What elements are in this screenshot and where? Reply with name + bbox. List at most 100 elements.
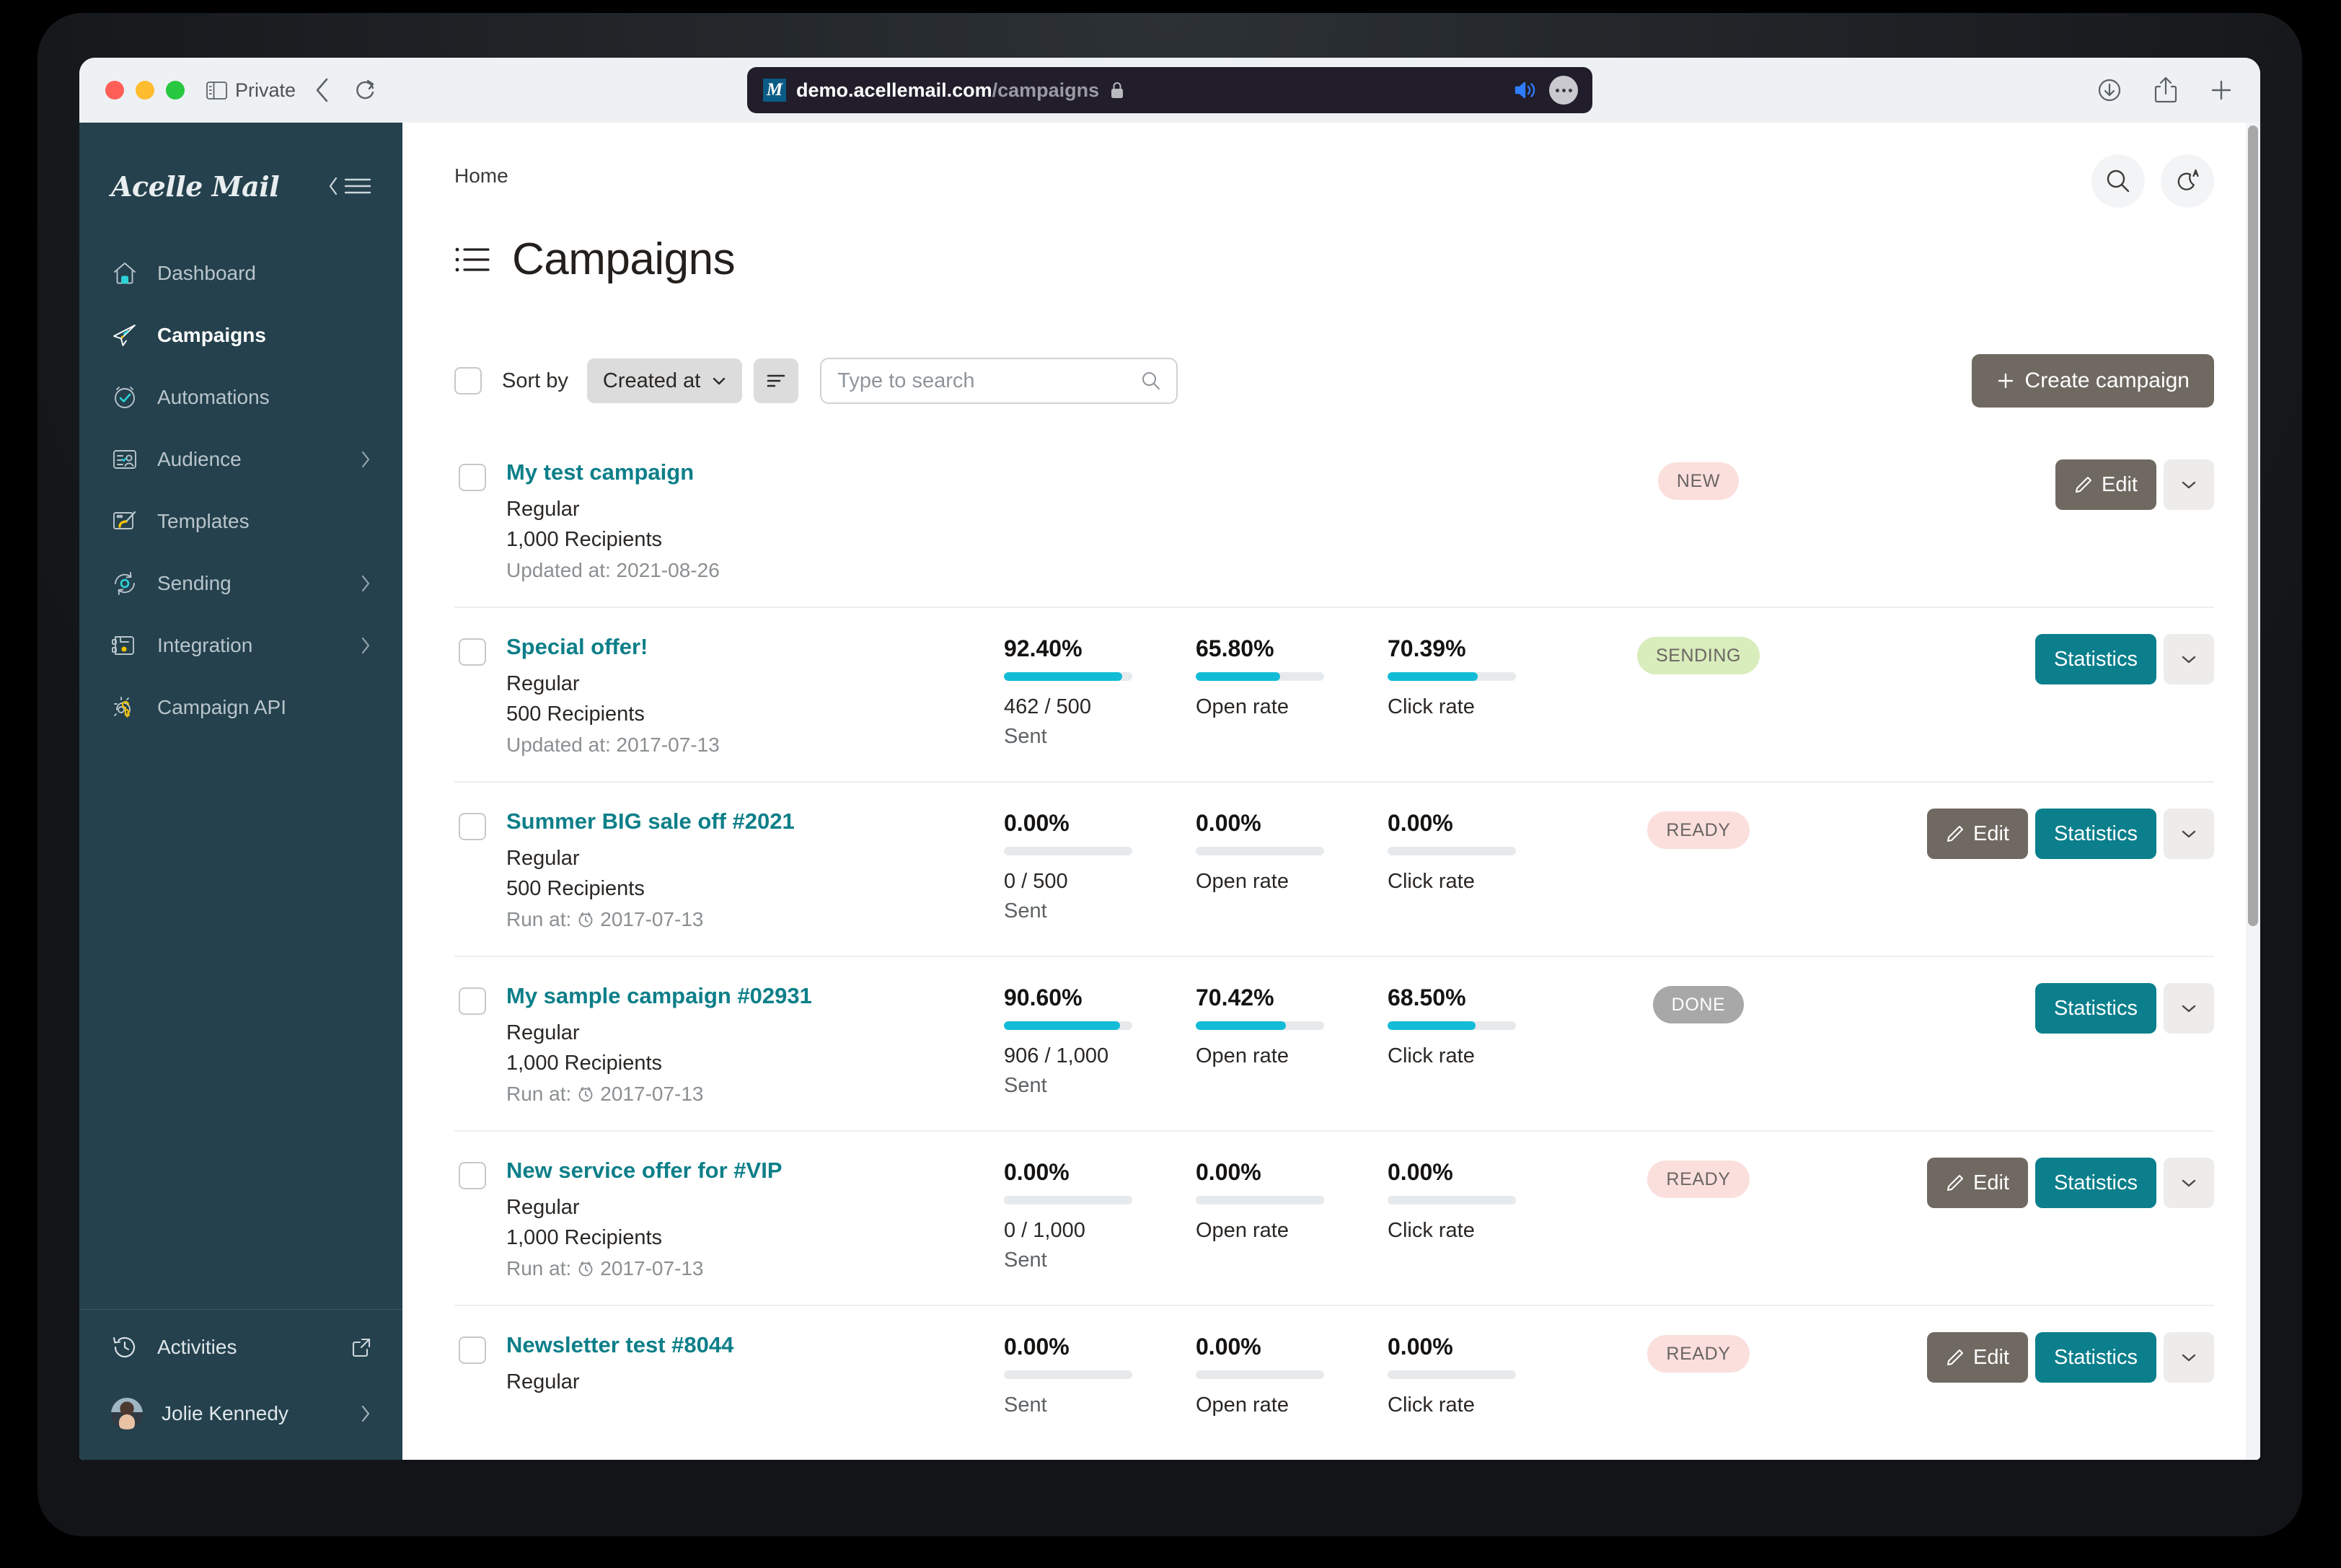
search-field[interactable] <box>820 358 1178 404</box>
sidebar-item-dashboard[interactable]: Dashboard <box>79 242 402 304</box>
reload-button[interactable] <box>355 79 376 102</box>
campaign-stats: 0.00% Sent 0.00% Open rate 0.00% Click r… <box>1004 1334 1579 1420</box>
row-menu-button[interactable] <box>2164 809 2214 860</box>
select-all-checkbox[interactable] <box>454 367 482 395</box>
sidebar-item-audience[interactable]: Audience <box>79 428 402 490</box>
sidebar-item-automations[interactable]: Automations <box>79 366 402 428</box>
sent-caption: 906 / 1,000 Sent <box>1004 1041 1196 1100</box>
row-checkbox[interactable] <box>459 813 486 841</box>
campaign-date: Run at:Run at: 2017-07-132017-07-13 <box>506 1257 1004 1280</box>
statistics-button[interactable]: Statistics <box>2034 1332 2156 1383</box>
open-rate-label: Open rate <box>1196 1219 1289 1243</box>
edit-button[interactable]: Edit <box>1926 809 2028 860</box>
row-checkbox[interactable] <box>459 987 486 1016</box>
campaign-name-link[interactable]: Summer BIG sale off #2021 <box>506 809 1004 834</box>
downloads-icon[interactable] <box>2096 76 2123 104</box>
plus-icon <box>1996 371 2015 390</box>
theme-toggle-button[interactable] <box>2161 154 2214 208</box>
row-menu-button[interactable] <box>2164 983 2214 1034</box>
sent-ratio: 0 / 1,000 <box>1004 1219 1085 1243</box>
page-menu-button[interactable] <box>1549 76 1578 105</box>
row-actions: Edit Statistics <box>1926 809 2214 860</box>
campaign-name-link[interactable]: Special offer! <box>506 634 1004 660</box>
campaign-name-link[interactable]: Newsletter test #8044 <box>506 1332 1004 1358</box>
user-name: Jolie Kennedy <box>162 1402 288 1424</box>
click-progress-bar <box>1388 1196 1516 1205</box>
minimize-window-button[interactable] <box>136 81 154 100</box>
sort-by-value: Created at <box>602 369 701 392</box>
close-window-button[interactable] <box>105 81 124 100</box>
campaign-date: Run at:Run at: 2017-07-132017-07-13 <box>506 1083 1004 1106</box>
row-menu-button[interactable] <box>2164 459 2214 510</box>
campaign-name-link[interactable]: My test campaign <box>506 459 1004 485</box>
edit-button[interactable]: Edit <box>1926 1158 2028 1209</box>
audio-playing-icon[interactable] <box>1513 80 1538 100</box>
stat-open: 65.80% Open rate <box>1196 635 1388 751</box>
plug-save-icon <box>111 632 138 659</box>
campaign-name-link[interactable]: My sample campaign #02931 <box>506 983 1004 1009</box>
statistics-button[interactable]: Statistics <box>2034 634 2156 685</box>
status-cell: READY <box>1579 1158 1817 1199</box>
statistics-button[interactable]: Statistics <box>2034 1158 2156 1209</box>
scrollbar-thumb[interactable] <box>2248 125 2258 926</box>
row-actions: Statistics <box>2034 634 2214 685</box>
click-percent: 0.00% <box>1388 1159 1453 1186</box>
sidebar-item-activities[interactable]: Activities <box>79 1314 402 1380</box>
row-menu-button[interactable] <box>2164 634 2214 685</box>
address-bar[interactable]: M demo.acellemail.com/campaigns <box>747 67 1592 113</box>
sidebar-item-campaigns[interactable]: Campaigns <box>79 304 402 366</box>
external-link-icon[interactable] <box>351 1336 372 1358</box>
new-tab-icon[interactable] <box>2208 77 2234 103</box>
create-campaign-button[interactable]: Create campaign <box>1971 354 2214 408</box>
maximize-window-button[interactable] <box>166 81 185 100</box>
sidebar-item-user[interactable]: Jolie Kennedy <box>79 1380 402 1447</box>
campaign-info: Summer BIG sale off #2021 Regular 500 Re… <box>506 809 1004 931</box>
status-badge: READY <box>1647 1335 1750 1373</box>
sidebar-item-templates[interactable]: Templates <box>79 490 402 552</box>
private-browsing-indicator[interactable]: Private <box>206 79 296 102</box>
row-menu-button[interactable] <box>2164 1332 2214 1383</box>
sort-direction-button[interactable] <box>754 358 799 403</box>
row-checkbox[interactable] <box>459 1336 486 1365</box>
search-icon <box>1140 370 1162 392</box>
sent-progress-bar <box>1004 1370 1132 1380</box>
row-menu-button[interactable] <box>2164 1158 2214 1209</box>
chevron-down-icon <box>2180 479 2197 490</box>
stat-click: 70.39% Click rate <box>1388 635 1579 751</box>
brand-logo[interactable]: Acelle Mail <box>111 170 280 203</box>
sent-percent: 92.40% <box>1004 635 1083 662</box>
campaign-row: My test campaign Regular 1,000 Recipient… <box>454 446 2214 607</box>
status-cell: READY <box>1579 809 1817 850</box>
campaign-type: Regular <box>506 498 580 521</box>
search-input[interactable] <box>837 369 1141 393</box>
sidebar-collapse-button[interactable] <box>327 175 372 197</box>
search-icon-button[interactable] <box>2091 154 2145 208</box>
share-icon[interactable] <box>2153 76 2178 105</box>
row-checkbox[interactable] <box>459 1162 486 1190</box>
campaign-name-link[interactable]: New service offer for #VIP <box>506 1158 1004 1184</box>
chevron-down-icon <box>2180 1003 2197 1014</box>
sort-by-select[interactable]: Created at <box>586 358 743 403</box>
sidebar-item-integration[interactable]: Integration <box>79 615 402 677</box>
sidebar-item-sending[interactable]: Sending <box>79 552 402 615</box>
statistics-button[interactable]: Statistics <box>2034 809 2156 860</box>
back-button[interactable] <box>314 77 330 103</box>
sidebar-toggle-icon[interactable] <box>206 81 227 100</box>
edit-button[interactable]: Edit <box>1926 1332 2028 1383</box>
sent-progress-bar <box>1004 847 1132 856</box>
scrollbar-track[interactable] <box>2246 123 2260 1460</box>
status-badge: DONE <box>1652 986 1745 1024</box>
row-checkbox[interactable] <box>459 638 486 666</box>
click-rate-label: Click rate <box>1388 1044 1475 1068</box>
campaign-recipients: 500 Recipients <box>506 877 645 901</box>
statistics-button[interactable]: Statistics <box>2034 983 2156 1034</box>
chevron-right-icon <box>359 573 372 594</box>
edit-button[interactable]: Edit <box>2055 459 2156 510</box>
status-badge: NEW <box>1657 462 1740 500</box>
sidebar-item-campaign-api[interactable]: Campaign API <box>79 677 402 739</box>
chevron-right-icon <box>359 449 372 470</box>
row-actions: Edit Statistics <box>1926 1332 2214 1383</box>
campaign-type: Regular <box>506 1196 580 1220</box>
row-checkbox[interactable] <box>459 464 486 491</box>
breadcrumb[interactable]: Home <box>454 164 508 188</box>
